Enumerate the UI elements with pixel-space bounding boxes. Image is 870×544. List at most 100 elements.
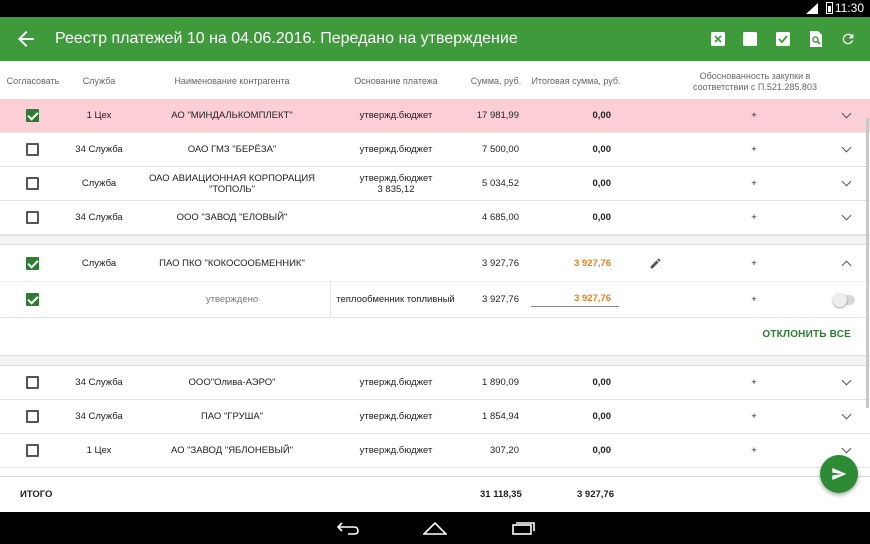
row-service: 34 Служба <box>75 411 123 422</box>
row-counterparty: ОАО ГМЗ "БЕРЁЗА" <box>187 144 277 155</box>
row-basis: утвержд.бюджет <box>359 377 433 388</box>
nav-home-icon <box>423 521 447 535</box>
edit-button[interactable] <box>645 245 665 281</box>
chevron-down-icon <box>841 142 851 153</box>
nav-recents-button[interactable] <box>510 518 536 538</box>
table-header: Согласовать Служба Наименование контраге… <box>0 61 870 100</box>
refresh-icon <box>842 33 854 45</box>
row-service: Служба <box>81 257 117 269</box>
table-row[interactable]: 34 Служба ООО"Олива-АЭРО" утвержд.бюджет… <box>0 366 870 400</box>
row-sum: 5 034,52 <box>482 178 519 189</box>
page-title: Реестр платежей 10 на 04.06.2016. Переда… <box>55 30 518 47</box>
col-justification: Обоснованность закупки в соответствии с … <box>693 71 817 92</box>
status-bar: 11:30 <box>0 0 870 17</box>
row-service: Служба <box>81 178 117 189</box>
row-total: 0,00 <box>592 110 612 121</box>
row-service: 34 Служба <box>75 212 123 223</box>
signal-icon <box>806 3 818 14</box>
document-search-icon <box>810 31 822 47</box>
checkbox-cross-icon <box>711 32 725 46</box>
row-counterparty: АО "МИНДАЛЬКОМПЛЕКТ" <box>171 110 293 121</box>
row-total: 0,00 <box>592 178 612 189</box>
table-row[interactable]: 1 Цех АО "МИНДАЛЬКОМПЛЕКТ" утвержд.бюдже… <box>0 99 870 133</box>
nav-back-icon <box>336 522 359 535</box>
expand-row-button[interactable] <box>836 99 856 132</box>
row-justification: + <box>751 178 757 189</box>
row-service: 34 Служба <box>75 377 123 388</box>
row-justification: + <box>751 212 757 223</box>
sub-row-checkbox[interactable] <box>25 293 39 306</box>
row-sum: 3 927,76 <box>482 257 519 269</box>
send-button[interactable] <box>820 455 858 493</box>
row-service: 1 Цех <box>86 445 112 456</box>
row-service: 1 Цех <box>86 110 112 121</box>
table-row[interactable]: 34 Служба ПАО "ГРУША" утвержд.бюджет 1 8… <box>0 400 870 434</box>
sub-row-total-input[interactable]: 3 927,76 <box>531 293 619 307</box>
row-justification: + <box>751 144 757 155</box>
sub-row-justification: + <box>751 294 757 305</box>
col-service: Служба <box>82 76 116 86</box>
reject-all-button[interactable] <box>707 28 729 50</box>
col-total-sum: Итоговая сумма, руб. <box>531 76 621 86</box>
collapse-row-button[interactable] <box>836 245 856 281</box>
back-arrow-icon[interactable] <box>14 27 38 51</box>
table-row[interactable]: 34 Служба ООО "ЗАВОД "ЕЛОВЫЙ" 4 685,00 0… <box>0 201 870 235</box>
nav-back-button[interactable] <box>335 518 361 538</box>
row-basis: утвержд.бюджет <box>359 110 433 121</box>
chevron-down-icon <box>841 108 851 119</box>
row-checkbox[interactable] <box>25 143 39 156</box>
row-checkbox[interactable] <box>25 410 39 423</box>
section-divider <box>0 355 870 366</box>
table-row[interactable]: 1 Цех АО "ЗАВОД "ЯБЛОНЕВЫЙ" утвержд.бюдж… <box>0 434 870 468</box>
total-label: ИТОГО <box>20 489 53 500</box>
scrollbar[interactable] <box>866 118 869 408</box>
row-counterparty: АО "ЗАВОД "ЯБЛОНЕВЫЙ" <box>170 445 294 456</box>
sub-row-status: утверждено <box>205 294 259 305</box>
battery-icon <box>826 2 833 14</box>
check-all-button[interactable] <box>772 28 794 50</box>
sub-row-toggle[interactable] <box>833 292 855 307</box>
row-total: 0,00 <box>592 212 612 223</box>
row-counterparty: ПАО "ГРУША" <box>200 411 264 422</box>
row-checkbox[interactable] <box>25 444 39 457</box>
col-sum: Сумма, руб. <box>470 76 522 86</box>
row-checkbox[interactable] <box>25 177 39 190</box>
table-row[interactable]: 34 Служба ОАО ГМЗ "БЕРЁЗА" утвержд.бюдже… <box>0 133 870 167</box>
row-justification: + <box>751 445 757 456</box>
row-counterparty: ПАО ПКО "КОКОСООБМЕННИК" <box>159 257 305 269</box>
refresh-button[interactable] <box>837 28 859 50</box>
sub-row-basis: теплообменник топливный <box>330 282 460 317</box>
col-counterparty: Наименование контрагента <box>174 76 290 86</box>
expand-row-button[interactable] <box>836 400 856 433</box>
row-total: 0,00 <box>592 144 612 155</box>
uncheck-all-button[interactable] <box>739 28 761 50</box>
row-justification: + <box>751 110 757 121</box>
row-checkbox[interactable] <box>25 109 39 122</box>
row-total: 0,00 <box>592 445 612 456</box>
table-row[interactable]: Служба ОАО АВИАЦИОННАЯ КОРПОРАЦИЯ "ТОПОЛ… <box>0 167 870 201</box>
row-basis: утвержд.бюджет 3 835,12 <box>359 172 433 195</box>
expand-row-button[interactable] <box>836 167 856 200</box>
row-sum: 1 854,94 <box>482 411 519 422</box>
chevron-down-icon <box>841 176 851 187</box>
expand-row-button[interactable] <box>836 201 856 234</box>
nav-home-button[interactable] <box>422 518 448 538</box>
row-checkbox[interactable] <box>25 376 39 389</box>
row-sum: 7 500,00 <box>482 144 519 155</box>
system-nav-bar <box>0 512 870 544</box>
app-bar: Реестр платежей 10 на 04.06.2016. Переда… <box>0 17 870 61</box>
document-search-button[interactable] <box>805 28 827 50</box>
chevron-down-icon <box>841 210 851 221</box>
row-total: 0,00 <box>592 377 612 388</box>
expand-row-button[interactable] <box>836 366 856 399</box>
reject-all-link[interactable]: ОТКЛОНИТЬ ВСЕ <box>762 329 851 340</box>
col-basis: Основание платежа <box>354 76 438 86</box>
row-checkbox[interactable] <box>25 256 39 270</box>
row-sum: 307,20 <box>489 445 519 456</box>
expanded-row[interactable]: Служба ПАО ПКО "КОКОСООБМЕННИК" 3 927,76… <box>0 245 870 282</box>
expand-row-button[interactable] <box>836 133 856 166</box>
row-checkbox[interactable] <box>25 211 39 224</box>
checkbox-checked-icon <box>776 32 790 46</box>
col-agree: Согласовать <box>6 76 60 86</box>
sub-row[interactable]: утверждено теплообменник топливный 3 927… <box>0 282 870 318</box>
